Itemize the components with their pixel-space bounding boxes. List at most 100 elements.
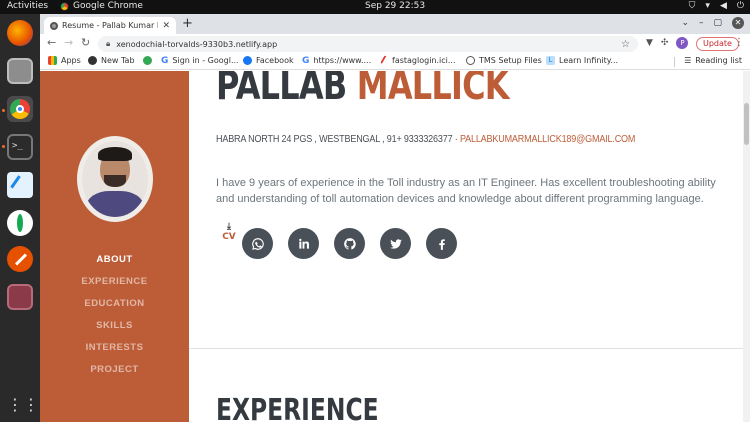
whatsapp-icon	[251, 237, 264, 250]
bookmark-facebook[interactable]: Facebook	[243, 56, 294, 65]
learn-icon: L	[546, 56, 555, 65]
reload-icon[interactable]: ↻	[81, 36, 90, 49]
twitter-button[interactable]	[380, 228, 411, 259]
apps-grid-icon	[48, 56, 57, 65]
network-icon: ▾	[705, 1, 710, 11]
whatsapp-button[interactable]	[242, 228, 273, 259]
terminal-icon[interactable]: >_	[7, 134, 33, 160]
nav-interests[interactable]: INTERESTS	[40, 337, 189, 359]
address-text: HABRA NORTH 24 PGS , WESTBENGAL , 91+ 93…	[216, 133, 460, 145]
chrome-icon	[60, 1, 69, 11]
window-controls: ⌄ – ▢ ✕	[681, 17, 744, 29]
bookmark-star-icon[interactable]: ☆	[621, 39, 630, 50]
system-top-bar: Activities Google Chrome Sep 29 22:53 ⛉ …	[0, 0, 750, 14]
google-icon: G	[302, 56, 310, 66]
facebook-button[interactable]	[426, 228, 457, 259]
sidebar-nav: ABOUT EXPERIENCE EDUCATION SKILLS INTERE…	[40, 249, 189, 381]
contact-line: HABRA NORTH 24 PGS , WESTBENGAL , 91+ 93…	[216, 133, 635, 145]
postman-icon[interactable]	[7, 246, 33, 272]
github-button[interactable]	[334, 228, 365, 259]
new-tab-icon	[88, 56, 97, 65]
puzzle-icon[interactable]: ✣	[661, 38, 669, 48]
url-text: xenodochial-torvalds-9330b3.netlify.app	[116, 39, 278, 49]
facebook-bookmark-icon	[243, 56, 252, 65]
mongodb-icon[interactable]	[7, 210, 33, 236]
back-icon[interactable]: ←	[47, 36, 56, 49]
extension-icon[interactable]: ▼	[646, 38, 653, 48]
profile-avatar[interactable]: P	[676, 37, 689, 49]
bookmark-google-signin[interactable]: G Sign in - Googl...	[161, 56, 239, 66]
app-name: Google Chrome	[73, 1, 143, 11]
text-editor-icon[interactable]	[7, 172, 33, 198]
bookmarks-bar: Apps New Tab G Sign in - Googl... Facebo…	[40, 54, 750, 70]
globe-icon	[466, 56, 475, 65]
app-menu[interactable]: Google Chrome	[60, 1, 143, 11]
download-cv-link[interactable]: ⤓ CV	[222, 222, 236, 242]
files-icon[interactable]	[7, 58, 33, 84]
address-bar[interactable]: 🔒︎ xenodochial-torvalds-9330b3.netlify.a…	[98, 36, 638, 52]
bookmark-separator	[674, 57, 675, 67]
first-name: PALLAB	[216, 71, 347, 109]
bookmark-tms[interactable]: TMS Setup Files	[466, 56, 542, 65]
running-indicator	[2, 145, 5, 148]
minimize-icon[interactable]: –	[699, 18, 704, 28]
tab-resume[interactable]: Resume - Pallab Kumar M ✕	[44, 17, 176, 34]
pen-icon	[380, 55, 390, 66]
power-icon: ⏻	[736, 1, 744, 11]
tab-search-icon[interactable]: ⌄	[681, 18, 689, 28]
menu-icon[interactable]: ⋮	[734, 37, 744, 48]
close-tab-icon[interactable]: ✕	[162, 21, 170, 31]
tab-title: Resume - Pallab Kumar M	[62, 21, 159, 30]
update-button[interactable]: Update	[696, 37, 739, 51]
chrome-dock-item[interactable]	[7, 96, 33, 122]
last-name: MALLICK	[356, 71, 510, 109]
folder-icon[interactable]	[7, 284, 33, 310]
cv-label: CV	[222, 232, 236, 242]
nav-project[interactable]: PROJECT	[40, 359, 189, 381]
activities-button[interactable]: Activities	[7, 1, 48, 11]
nav-about[interactable]: ABOUT	[40, 249, 189, 271]
email-link[interactable]: PALLABKUMARMALLICK189@GMAIL.COM	[460, 133, 635, 145]
new-tab-button[interactable]: +	[182, 16, 193, 31]
close-window-icon[interactable]: ✕	[732, 17, 744, 29]
google-icon: G	[161, 56, 169, 66]
bookmark-https[interactable]: G https://www....	[302, 56, 371, 66]
bookmark-q[interactable]	[143, 56, 152, 65]
lock-icon[interactable]: 🔒︎	[106, 39, 110, 49]
nav-skills[interactable]: SKILLS	[40, 315, 189, 337]
running-indicator	[2, 109, 5, 112]
sidebar: ABOUT EXPERIENCE EDUCATION SKILLS INTERE…	[40, 71, 189, 422]
main-content: PALLAB MALLICK HABRA NORTH 24 PGS , WEST…	[189, 71, 743, 422]
show-apps-icon[interactable]: ⋮⋮⋮	[7, 392, 55, 418]
experience-heading: EXPERIENCE	[216, 393, 379, 422]
volume-icon: ◀	[719, 1, 727, 11]
github-icon	[343, 237, 356, 250]
linkedin-button[interactable]	[288, 228, 319, 259]
reading-list-icon: ☰	[684, 56, 692, 65]
maximize-icon[interactable]: ▢	[713, 18, 722, 28]
twitter-icon	[389, 238, 402, 249]
bookmark-new-tab[interactable]: New Tab	[88, 56, 135, 65]
linkedin-icon	[298, 238, 309, 249]
extension-icons: ▼ ✣ P	[646, 37, 689, 49]
tab-strip: Resume - Pallab Kumar M ✕ + ⌄ – ▢ ✕	[40, 14, 750, 34]
page-scrollbar[interactable]	[743, 71, 750, 422]
nav-experience[interactable]: EXPERIENCE	[40, 271, 189, 293]
firefox-icon[interactable]	[7, 20, 33, 46]
page-title: PALLAB MALLICK	[216, 71, 510, 109]
bookmark-learn-infinity[interactable]: L Learn Infinity...	[546, 56, 618, 65]
download-icon: ⤓	[227, 222, 231, 232]
profile-photo	[77, 136, 153, 222]
clock[interactable]: Sep 29 22:53	[365, 1, 425, 11]
reading-list-button[interactable]: ☰ Reading list	[684, 56, 742, 65]
toolbar: ← → ↻ 🔒︎ xenodochial-torvalds-9330b3.net…	[40, 34, 750, 54]
scrollbar-thumb[interactable]	[744, 103, 749, 145]
nav-education[interactable]: EDUCATION	[40, 293, 189, 315]
bookmark-fastag[interactable]: fastaglogin.ici...	[380, 55, 456, 66]
forward-icon[interactable]: →	[64, 36, 73, 49]
page-viewport: ABOUT EXPERIENCE EDUCATION SKILLS INTERE…	[40, 71, 750, 422]
system-tray[interactable]: ⛉ ▾ ◀ ⏻	[689, 1, 744, 11]
dock: >_ ⋮⋮⋮	[0, 14, 55, 422]
bookmark-apps[interactable]: Apps	[48, 56, 81, 65]
globe-icon	[50, 21, 58, 30]
